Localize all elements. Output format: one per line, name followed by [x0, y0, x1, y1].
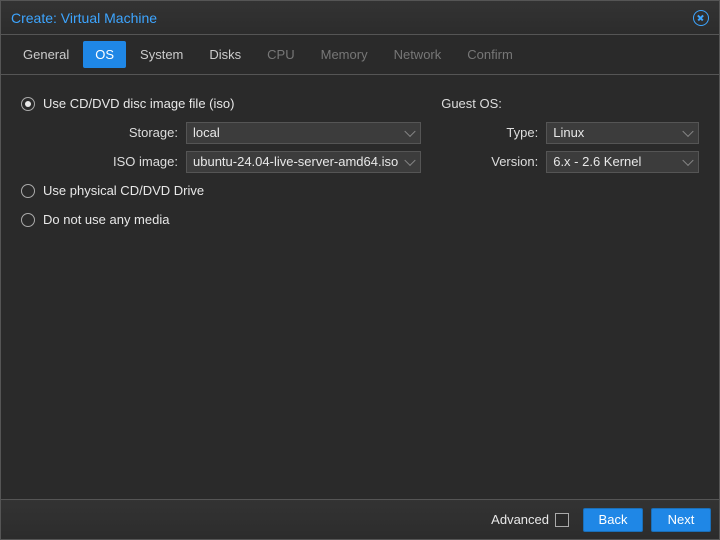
radio-no-media[interactable]: Do not use any media [21, 205, 421, 234]
tab-general[interactable]: General [11, 41, 81, 68]
dialog-window: Create: Virtual Machine General OS Syste… [0, 0, 720, 540]
iso-select[interactable]: ubuntu-24.04-live-server-amd64.iso [186, 151, 421, 173]
close-icon[interactable] [693, 10, 709, 26]
iso-row: ISO image: ubuntu-24.04-live-server-amd6… [21, 147, 421, 176]
chevron-down-icon [682, 154, 693, 165]
guest-version-label: Version: [441, 154, 546, 169]
dialog-body: Use CD/DVD disc image file (iso) Storage… [1, 75, 719, 499]
guest-version-value: 6.x - 2.6 Kernel [553, 154, 641, 169]
radio-no-media-label: Do not use any media [43, 212, 169, 227]
dialog-header: Create: Virtual Machine [1, 1, 719, 35]
iso-label: ISO image: [21, 154, 186, 169]
radio-use-iso[interactable]: Use CD/DVD disc image file (iso) [21, 89, 421, 118]
guest-version-select[interactable]: 6.x - 2.6 Kernel [546, 151, 699, 173]
tab-memory: Memory [309, 41, 380, 68]
media-column: Use CD/DVD disc image file (iso) Storage… [21, 89, 421, 485]
back-button[interactable]: Back [583, 508, 643, 532]
storage-label: Storage: [21, 125, 186, 140]
dialog-footer: Advanced Back Next [1, 499, 719, 539]
chevron-down-icon [405, 125, 416, 136]
chevron-down-icon [682, 125, 693, 136]
storage-value: local [193, 125, 220, 140]
guest-type-value: Linux [553, 125, 584, 140]
guest-os-header: Guest OS: [441, 89, 699, 118]
wizard-tabs: General OS System Disks CPU Memory Netwo… [1, 35, 719, 75]
radio-use-physical[interactable]: Use physical CD/DVD Drive [21, 176, 421, 205]
chevron-down-icon [405, 154, 416, 165]
guest-version-row: Version: 6.x - 2.6 Kernel [441, 147, 699, 176]
advanced-toggle[interactable]: Advanced [491, 512, 569, 527]
next-button[interactable]: Next [651, 508, 711, 532]
radio-icon [21, 213, 35, 227]
next-button-label: Next [668, 512, 695, 527]
tab-cpu: CPU [255, 41, 306, 68]
advanced-label: Advanced [491, 512, 549, 527]
radio-icon [21, 97, 35, 111]
radio-use-physical-label: Use physical CD/DVD Drive [43, 183, 204, 198]
iso-value: ubuntu-24.04-live-server-amd64.iso [193, 154, 398, 169]
guest-type-select[interactable]: Linux [546, 122, 699, 144]
guest-type-row: Type: Linux [441, 118, 699, 147]
storage-select[interactable]: local [186, 122, 421, 144]
back-button-label: Back [599, 512, 628, 527]
tab-network: Network [382, 41, 454, 68]
tab-disks[interactable]: Disks [197, 41, 253, 68]
tab-confirm: Confirm [455, 41, 525, 68]
tab-os[interactable]: OS [83, 41, 126, 68]
radio-use-iso-label: Use CD/DVD disc image file (iso) [43, 96, 234, 111]
tab-system[interactable]: System [128, 41, 195, 68]
radio-icon [21, 184, 35, 198]
guest-os-column: Guest OS: Type: Linux Version: 6.x - 2.6… [441, 89, 699, 485]
dialog-title: Create: Virtual Machine [11, 10, 157, 26]
storage-row: Storage: local [21, 118, 421, 147]
guest-type-label: Type: [441, 125, 546, 140]
advanced-checkbox[interactable] [555, 513, 569, 527]
